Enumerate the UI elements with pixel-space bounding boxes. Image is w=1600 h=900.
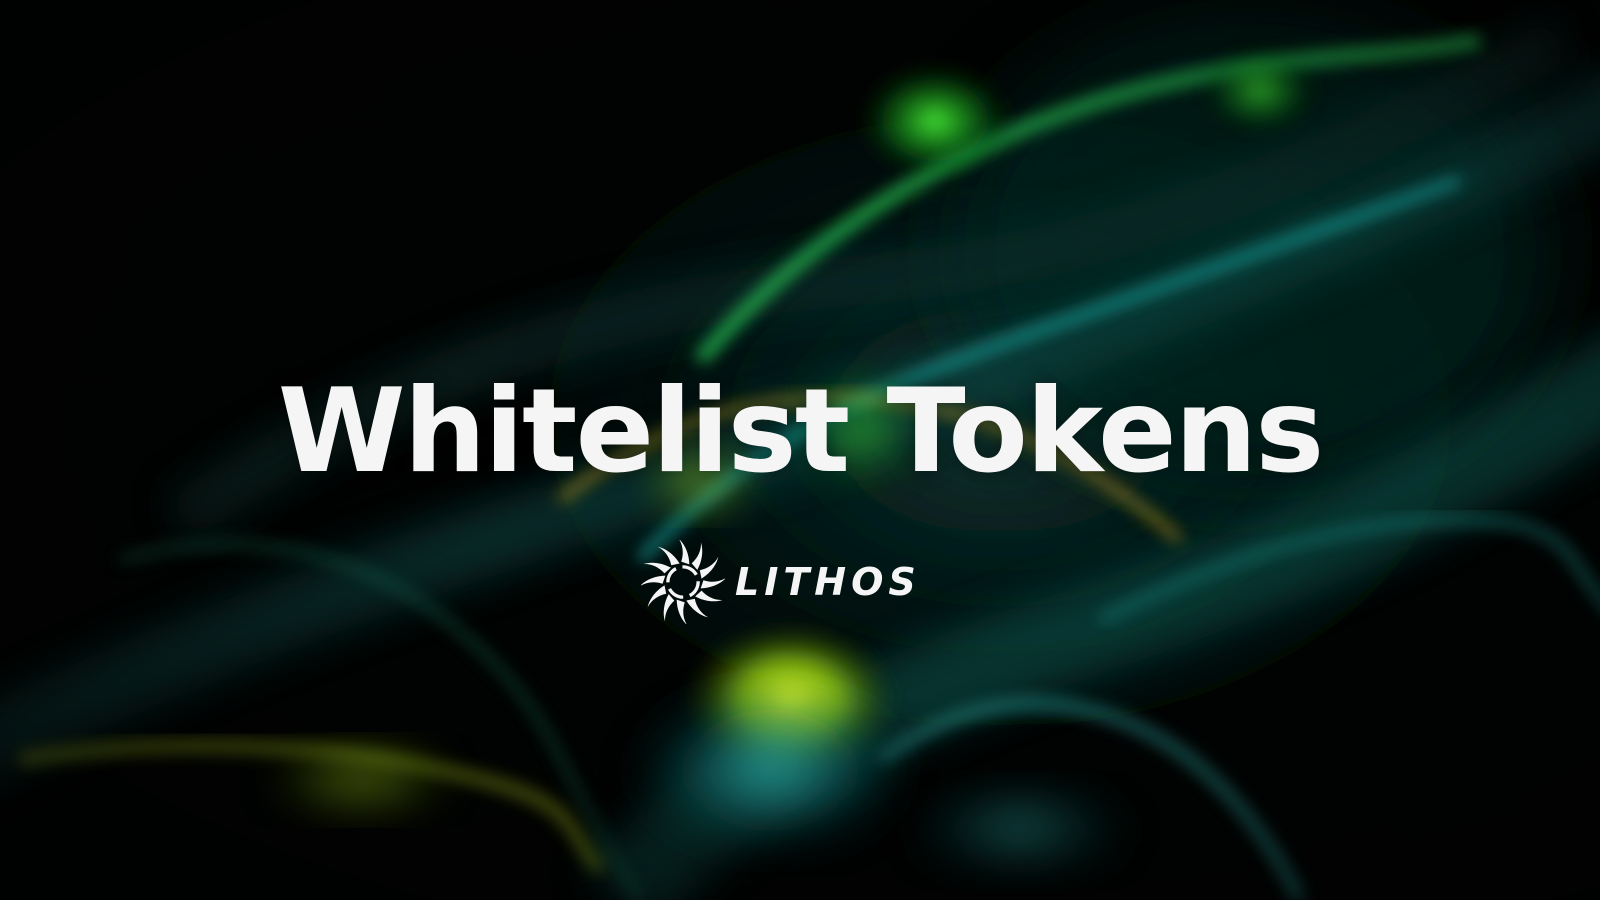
page-title: Whitelist Tokens (277, 364, 1325, 499)
hero-banner: Whitelist Tokens LITHOS (0, 0, 1600, 900)
brand-wordmark: LITHOS (735, 560, 921, 604)
brand-logo: LITHOS (641, 540, 921, 624)
swirl-sun-icon (641, 540, 725, 624)
